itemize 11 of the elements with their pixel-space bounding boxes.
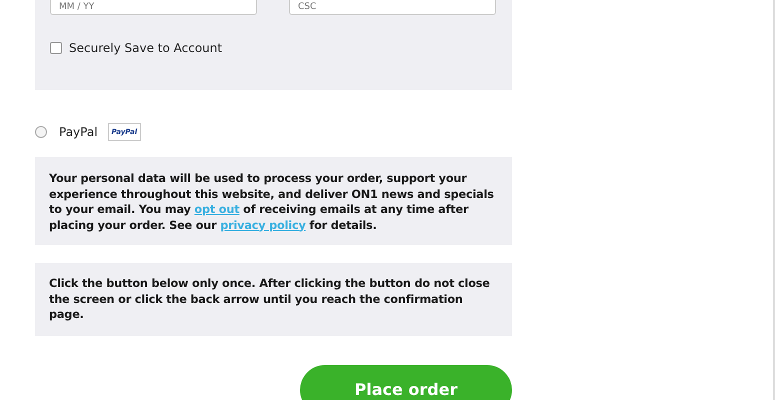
radio-button[interactable] xyxy=(35,126,47,138)
payment-option-label: PayPal xyxy=(59,124,98,138)
text-link[interactable]: opt out xyxy=(194,203,240,216)
privacy-notice-text: Your personal data will be used to process your order, support your experience throughout this website, and deliver ON1 news and specials to your email. You may opt out of receiving emails at any time after placing your order. See our privacy policy for details. xyxy=(49,171,495,233)
checkbox-label: Securely Save to Account xyxy=(69,41,222,55)
expiry-field[interactable]: MM / YY xyxy=(50,0,257,15)
text-link[interactable]: privacy policy xyxy=(220,218,306,232)
click-notice-text: Click the button below only once. After clicking the button do not close the screen or click the back arrow until you reach the confirmation page. xyxy=(49,276,491,322)
csc-field[interactable]: CSC xyxy=(289,0,496,15)
checkbox[interactable] xyxy=(50,42,62,54)
place-order-button[interactable]: Place order xyxy=(300,364,512,400)
